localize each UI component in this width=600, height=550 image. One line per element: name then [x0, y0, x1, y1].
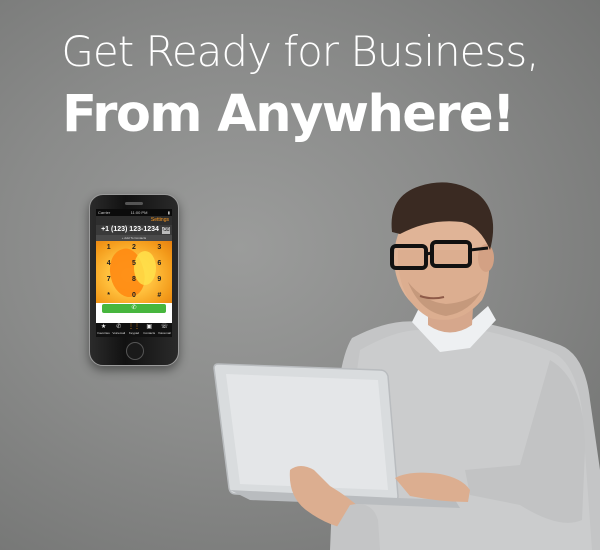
keypad-key[interactable]: 8: [121, 275, 146, 289]
keypad-key[interactable]: 6: [147, 259, 172, 273]
phone-toolbar: Settings: [96, 216, 172, 225]
keypad-keys: 1 2 3 4 5 6 7 8 9 * 0 #: [96, 243, 172, 305]
keypad-key[interactable]: 2: [121, 243, 146, 257]
keypad-key[interactable]: 4: [96, 259, 121, 273]
status-carrier: Carrier: [98, 210, 111, 215]
keypad: 1 2 3 4 5 6 7 8 9 * 0 #: [96, 241, 172, 303]
speaker-grille: [125, 202, 143, 205]
dialed-number-row: +1 (123) 123-1234 ⌫: [96, 225, 172, 235]
keypad-key[interactable]: 7: [96, 275, 121, 289]
phone-tab[interactable]: ☏ Voicemail: [157, 323, 172, 337]
keypad-key[interactable]: 5: [121, 259, 146, 273]
hero-banner: Get Ready for Business, From Anywhere! C…: [0, 0, 600, 550]
tab-label: Voicemail: [112, 331, 126, 335]
tab-label: Contacts: [143, 331, 156, 335]
phone-screen: Carrier 11:00 PM ▮ Settings +1 (123) 123…: [96, 209, 172, 337]
phone-tab[interactable]: ⋮⋮ Keypad: [126, 323, 141, 337]
tab-label: Favorites: [97, 331, 110, 335]
home-button[interactable]: [126, 342, 144, 360]
backspace-icon[interactable]: ⌫: [162, 226, 170, 234]
keypad-key[interactable]: #: [147, 291, 172, 305]
keypad-key[interactable]: *: [96, 291, 121, 305]
tab-label: Keypad: [128, 331, 140, 335]
status-bar: Carrier 11:00 PM ▮: [96, 209, 172, 216]
settings-link[interactable]: Settings: [99, 216, 169, 225]
phone-tab[interactable]: ✆ Voicemail: [111, 323, 126, 337]
phone-tab[interactable]: ★ Favorites: [96, 323, 111, 337]
phone-icon: ✆: [131, 305, 137, 311]
smartphone-mockup: Carrier 11:00 PM ▮ Settings +1 (123) 123…: [89, 194, 179, 366]
dialed-number: +1 (123) 123-1234: [101, 226, 159, 233]
keypad-key[interactable]: 9: [147, 275, 172, 289]
phone-tab-bar: ★ Favorites ✆ Voicemail ⋮⋮ Keypad ▣ Contacts ☏ Vo…: [96, 323, 172, 337]
tab-label: Voicemail: [157, 331, 171, 335]
keypad-key[interactable]: 1: [96, 243, 121, 257]
battery-icon: ▮: [167, 210, 170, 215]
keypad-key[interactable]: 3: [147, 243, 172, 257]
phone-tab[interactable]: ▣ Contacts: [142, 323, 157, 337]
call-button[interactable]: ✆: [102, 304, 166, 313]
status-time: 11:00 PM: [130, 210, 148, 215]
keypad-key[interactable]: 0: [121, 291, 146, 305]
